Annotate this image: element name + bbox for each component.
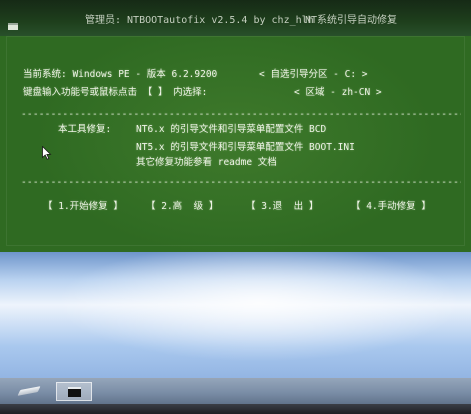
title-bar[interactable]: 管理员: NTBOOTautofix v2.5.4 by chz_hlh NT系…	[0, 0, 471, 36]
manual-repair-option[interactable]: 【 4.手动修复 】	[351, 201, 431, 213]
separator-bottom: ----------------------------------------…	[21, 177, 461, 188]
taskbar	[0, 378, 471, 404]
console-app-icon	[8, 23, 18, 30]
mouse-pointer-icon	[42, 146, 52, 160]
region-text: < 区域 - zh-CN >	[294, 87, 382, 98]
repair-item-nt6: NT6.x 的引导文件和引导菜单配置文件 BCD	[136, 124, 327, 135]
console-window: 管理员: NTBOOTautofix v2.5.4 by chz_hlh NT系…	[0, 0, 471, 252]
drive-icon	[17, 386, 41, 396]
input-prompt-text: 键盘输入功能号或鼠标点击 【 】 内选择:	[23, 87, 208, 98]
desktop-background	[0, 252, 471, 378]
system-info-text: 当前系统: Windows PE - 版本 6.2.9200	[23, 69, 218, 80]
window-title: 管理员: NTBOOTautofix v2.5.4 by chz_hlh	[85, 15, 314, 26]
taskbar-item-drive[interactable]	[12, 382, 46, 401]
screen-bottom-bezel	[0, 404, 471, 414]
console-body[interactable]: 当前系统: Windows PE - 版本 6.2.9200 < 自选引导分区 …	[6, 36, 465, 246]
console-icon	[68, 387, 81, 397]
separator-top: ----------------------------------------…	[21, 109, 461, 120]
advanced-option[interactable]: 【 2.高 级 】	[146, 201, 218, 213]
boot-partition-text: < 自选引导分区 - C: >	[259, 69, 368, 80]
exit-option[interactable]: 【 3.退 出 】	[246, 201, 318, 213]
start-repair-option[interactable]: 【 1.开始修复 】	[43, 201, 123, 213]
taskbar-item-console[interactable]	[56, 382, 92, 401]
repair-item-readme: 其它修复功能参看 readme 文档	[136, 157, 277, 168]
screen: 管理员: NTBOOTautofix v2.5.4 by chz_hlh NT系…	[0, 0, 471, 414]
repair-item-nt5: NT5.x 的引导文件和引导菜单配置文件 BOOT.INI	[136, 142, 355, 153]
repair-label: 本工具修复:	[58, 124, 112, 135]
window-subtitle: NT系统引导自动修复	[305, 15, 398, 26]
